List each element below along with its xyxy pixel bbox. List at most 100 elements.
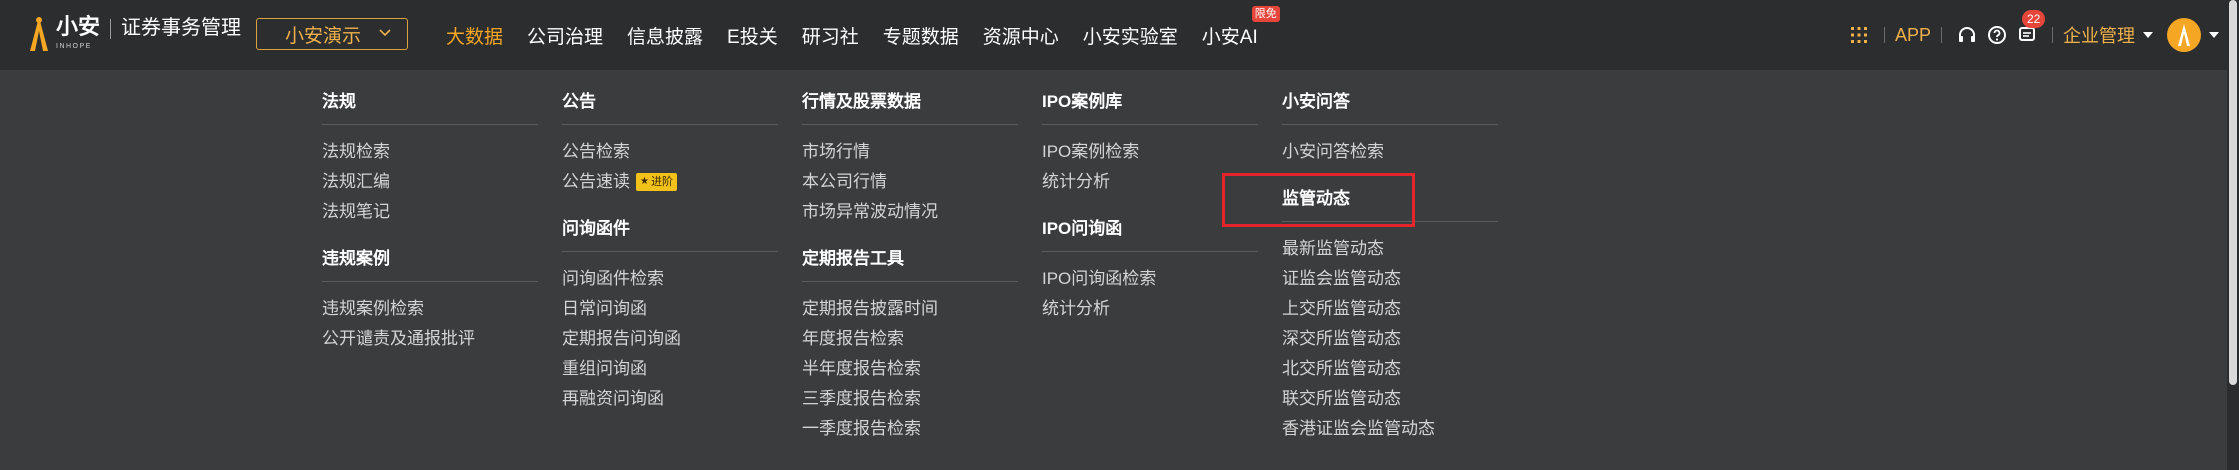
notification-count: 22 xyxy=(2022,10,2046,28)
logo-mark-icon xyxy=(30,17,48,51)
caret-down-icon[interactable] xyxy=(2209,32,2219,38)
group-title: IPO案例库 xyxy=(1042,88,1258,125)
menu-item[interactable]: 问询函件检索 xyxy=(562,264,778,294)
menu-column-ipo: IPO案例库 IPO案例检索 统计分析 IPO问询函 IPO问询函检索 统计分析 xyxy=(1042,88,1258,342)
nav-resource-center[interactable]: 资源中心 xyxy=(983,22,1059,49)
group-title: IPO问询函 xyxy=(1042,215,1258,252)
group-title: 问询函件 xyxy=(562,215,778,252)
top-navbar: 小安 INHOPE 证券事务管理 小安演示 大数据 公司治理 信息披露 E投关 … xyxy=(0,0,2239,70)
company-select-value: 小安演示 xyxy=(285,25,362,47)
menu-group: IPO问询函 IPO问询函检索 统计分析 xyxy=(1042,215,1258,324)
group-title: 小安问答 xyxy=(1282,88,1498,125)
menu-item[interactable]: 定期报告问询函 xyxy=(562,324,778,354)
menu-item[interactable]: 证监会监管动态 xyxy=(1282,264,1498,294)
menu-group: 定期报告工具 定期报告披露时间 年度报告检索 半年度报告检索 三季度报告检索 一… xyxy=(802,245,1018,444)
menu-column-qa: 小安问答 小安问答检索 监管动态 最新监管动态 证监会监管动态 上交所监管动态 … xyxy=(1282,88,1498,462)
menu-item[interactable]: IPO问询函检索 xyxy=(1042,264,1258,294)
menu-group: IPO案例库 IPO案例检索 统计分析 xyxy=(1042,88,1258,197)
menu-item[interactable]: 市场异常波动情况 xyxy=(802,197,1018,227)
group-title: 行情及股票数据 xyxy=(802,88,1018,125)
menu-item[interactable]: 公开谴责及通报批评 xyxy=(322,324,538,354)
divider xyxy=(1941,27,1942,43)
nav-big-data[interactable]: 大数据 xyxy=(446,22,503,49)
menu-item[interactable]: 公告检索 xyxy=(562,137,778,167)
divider xyxy=(110,19,112,39)
group-title: 定期报告工具 xyxy=(802,245,1018,282)
advanced-tag: ★ 进阶 xyxy=(636,173,677,191)
menu-group: 法规 法规检索 法规汇编 法规笔记 xyxy=(322,88,538,227)
menu-item[interactable]: 再融资问询函 xyxy=(562,384,778,414)
menu-item[interactable]: 定期报告披露时间 xyxy=(802,294,1018,324)
nav-ai-label: 小安AI xyxy=(1201,26,1258,48)
menu-item[interactable]: 香港证监会监管动态 xyxy=(1282,414,1498,444)
menu-item[interactable]: 法规检索 xyxy=(322,137,538,167)
group-title: 违规案例 xyxy=(322,245,538,282)
enterprise-admin-label: 企业管理 xyxy=(2063,26,2135,46)
menu-item[interactable]: 法规汇编 xyxy=(322,167,538,197)
big-data-mega-menu: 法规 法规检索 法规汇编 法规笔记 违规案例 违规案例检索 公开谴责及通报批评 … xyxy=(0,70,2239,470)
main-nav: 大数据 公司治理 信息披露 E投关 研习社 专题数据 资源中心 小安实验室 小安… xyxy=(446,0,1282,70)
menu-group: 违规案例 违规案例检索 公开谴责及通报批评 xyxy=(322,245,538,354)
divider xyxy=(2052,27,2053,43)
menu-item[interactable]: 半年度报告检索 xyxy=(802,354,1018,384)
menu-item[interactable]: 三季度报告检索 xyxy=(802,384,1018,414)
group-title[interactable]: 监管动态 xyxy=(1282,185,1498,222)
menu-item[interactable]: 公告速读 ★ 进阶 xyxy=(562,167,778,197)
nav-topic-data[interactable]: 专题数据 xyxy=(883,22,959,49)
group-title: 公告 xyxy=(562,88,778,125)
apps-grid-icon[interactable] xyxy=(1848,24,1870,46)
menu-item[interactable]: 统计分析 xyxy=(1042,167,1258,197)
menu-group: 监管动态 最新监管动态 证监会监管动态 上交所监管动态 深交所监管动态 北交所监… xyxy=(1282,185,1498,444)
nav-governance[interactable]: 公司治理 xyxy=(527,22,603,49)
menu-item[interactable]: 重组问询函 xyxy=(562,354,778,384)
scrollbar[interactable] xyxy=(2227,0,2239,470)
nav-lab[interactable]: 小安实验室 xyxy=(1083,22,1178,49)
brand-sub: INHOPE xyxy=(56,43,92,50)
brand-logo[interactable]: 小安 INHOPE 证券事务管理 xyxy=(28,15,241,55)
nav-study[interactable]: 研习社 xyxy=(802,22,859,49)
toolbar-right: APP 22 企业管理 xyxy=(1844,0,2219,70)
question-icon[interactable] xyxy=(1986,24,2008,46)
menu-item[interactable]: 北交所监管动态 xyxy=(1282,354,1498,384)
menu-item[interactable]: 日常问询函 xyxy=(562,294,778,324)
avatar[interactable] xyxy=(2167,18,2201,52)
group-title: 法规 xyxy=(322,88,538,125)
free-badge: 限免 xyxy=(1251,5,1280,22)
menu-column-announcements: 公告 公告检索 公告速读 ★ 进阶 问询函件 问询函件检索 日常问询函 定期报告… xyxy=(562,88,778,432)
nav-disclosure[interactable]: 信息披露 xyxy=(627,22,703,49)
chevron-down-icon xyxy=(379,29,391,37)
headset-icon[interactable] xyxy=(1956,24,1978,46)
menu-group: 小安问答 小安问答检索 xyxy=(1282,88,1498,167)
star-icon: ★ xyxy=(640,176,649,187)
menu-item[interactable]: 本公司行情 xyxy=(802,167,1018,197)
menu-column-regulations: 法规 法规检索 法规汇编 法规笔记 违规案例 违规案例检索 公开谴责及通报批评 xyxy=(322,88,538,372)
menu-item[interactable]: 市场行情 xyxy=(802,137,1018,167)
app-link[interactable]: APP xyxy=(1895,25,1931,46)
menu-item-label: 公告速读 xyxy=(562,172,630,191)
menu-group: 行情及股票数据 市场行情 本公司行情 市场异常波动情况 xyxy=(802,88,1018,227)
enterprise-admin-menu[interactable]: 企业管理 xyxy=(2063,22,2153,48)
menu-item[interactable]: 一季度报告检索 xyxy=(802,414,1018,444)
menu-item[interactable]: 深交所监管动态 xyxy=(1282,324,1498,354)
menu-group: 问询函件 问询函件检索 日常问询函 定期报告问询函 重组问询函 再融资问询函 xyxy=(562,215,778,414)
menu-group: 公告 公告检索 公告速读 ★ 进阶 xyxy=(562,88,778,197)
menu-item[interactable]: IPO案例检索 xyxy=(1042,137,1258,167)
menu-item[interactable]: 联交所监管动态 xyxy=(1282,384,1498,414)
menu-item[interactable]: 上交所监管动态 xyxy=(1282,294,1498,324)
divider xyxy=(1883,27,1885,43)
menu-item[interactable]: 违规案例检索 xyxy=(322,294,538,324)
product-name: 证券事务管理 xyxy=(121,17,242,39)
menu-item[interactable]: 最新监管动态 xyxy=(1282,234,1498,264)
menu-item[interactable]: 统计分析 xyxy=(1042,294,1258,324)
message-icon[interactable]: 22 xyxy=(2016,10,2046,46)
menu-item[interactable]: 法规笔记 xyxy=(322,197,538,227)
nav-ai[interactable]: 小安AI 限免 xyxy=(1201,5,1280,49)
menu-column-market-data: 行情及股票数据 市场行情 本公司行情 市场异常波动情况 定期报告工具 定期报告披… xyxy=(802,88,1018,462)
brand-name: 小安 xyxy=(56,14,101,39)
scrollbar-thumb[interactable] xyxy=(2229,0,2237,385)
menu-item[interactable]: 年度报告检索 xyxy=(802,324,1018,354)
company-select[interactable]: 小安演示 xyxy=(256,18,408,50)
caret-down-icon xyxy=(2143,32,2153,38)
nav-e-ir[interactable]: E投关 xyxy=(727,22,778,49)
menu-item[interactable]: 小安问答检索 xyxy=(1282,137,1498,167)
